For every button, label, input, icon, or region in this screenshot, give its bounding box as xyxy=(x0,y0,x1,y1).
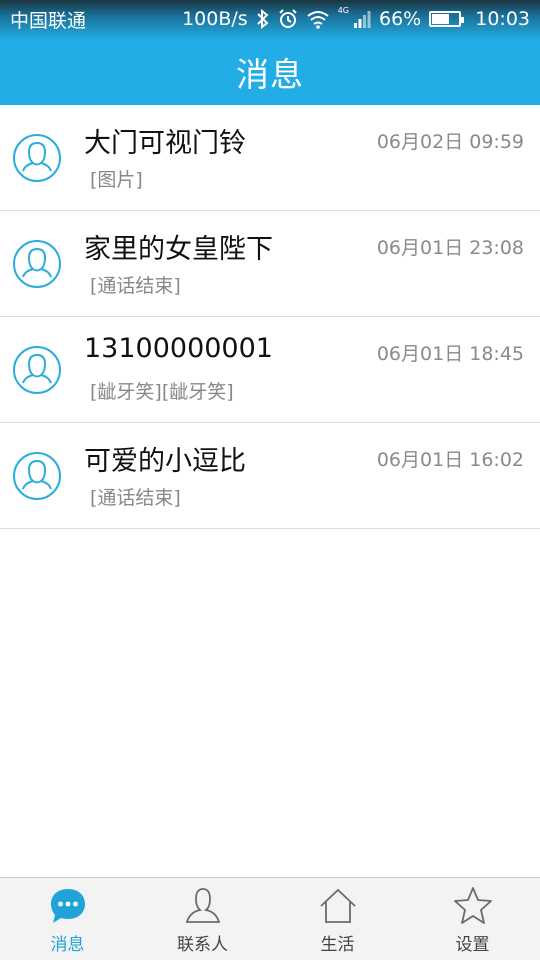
message-item[interactable]: 大门可视门铃 06月02日 09:59 [图片] xyxy=(0,105,540,211)
home-icon xyxy=(318,886,358,926)
battery-percent: 66% xyxy=(379,8,422,30)
network-type-badge: 4G xyxy=(337,6,349,15)
clock-time: 10:03 xyxy=(475,8,530,30)
tab-label: 生活 xyxy=(320,935,355,955)
message-time: 06月01日 16:02 xyxy=(376,449,524,471)
wifi-icon xyxy=(306,9,330,29)
avatar-icon xyxy=(12,451,62,501)
chat-bubble-icon xyxy=(48,886,88,926)
battery-icon xyxy=(429,11,465,27)
star-icon xyxy=(453,886,493,926)
avatar-icon xyxy=(12,133,62,183)
header-bar: 消息 xyxy=(0,38,540,105)
alarm-icon xyxy=(278,9,298,29)
message-time: 06月01日 23:08 xyxy=(376,237,524,259)
bottom-nav: 消息 联系人 生活 设置 xyxy=(0,877,540,960)
message-item[interactable]: 家里的女皇陛下 06月01日 23:08 [通话结束] xyxy=(0,211,540,317)
page-title: 消息 xyxy=(236,54,304,94)
tab-life[interactable]: 生活 xyxy=(270,878,405,960)
tab-settings[interactable]: 设置 xyxy=(405,878,540,960)
contact-name: 大门可视门铃 xyxy=(84,128,246,159)
tab-messages[interactable]: 消息 xyxy=(0,878,135,960)
message-item[interactable]: 13100000001 06月01日 18:45 [龇牙笑][龇牙笑] xyxy=(0,317,540,423)
message-preview: [通话结束] xyxy=(90,275,181,297)
tab-label: 消息 xyxy=(50,935,85,955)
status-bar: 中国联通 100B/s 4G 66% 10:03 xyxy=(0,0,540,38)
message-item[interactable]: 可爱的小逗比 06月01日 16:02 [通话结束] xyxy=(0,423,540,529)
message-time: 06月02日 09:59 xyxy=(376,131,524,153)
status-indicators: 100B/s 4G 66% 10:03 xyxy=(182,6,530,31)
message-preview: [龇牙笑][龇牙笑] xyxy=(90,381,234,403)
message-time: 06月01日 18:45 xyxy=(376,343,524,365)
message-preview: [图片] xyxy=(90,169,143,191)
bluetooth-icon xyxy=(256,9,270,29)
network-speed: 100B/s xyxy=(182,8,248,30)
avatar-icon xyxy=(12,239,62,289)
message-list: 大门可视门铃 06月02日 09:59 [图片] 家里的女皇陛下 06月01日 … xyxy=(0,105,540,529)
tab-contacts[interactable]: 联系人 xyxy=(135,878,270,960)
message-preview: [通话结束] xyxy=(90,487,181,509)
tab-label: 设置 xyxy=(455,935,490,955)
signal-icon xyxy=(353,9,371,29)
tab-label: 联系人 xyxy=(177,935,228,955)
messages-screen: 中国联通 100B/s 4G 66% 10:03 消息 大门可视门铃 06月02… xyxy=(0,0,540,960)
contact-person-icon xyxy=(183,886,223,926)
contact-name: 家里的女皇陛下 xyxy=(84,234,273,265)
contact-name: 13100000001 xyxy=(84,333,273,364)
avatar-icon xyxy=(12,345,62,395)
battery-fill xyxy=(432,14,450,24)
contact-name: 可爱的小逗比 xyxy=(84,446,246,477)
carrier-name: 中国联通 xyxy=(10,9,87,32)
